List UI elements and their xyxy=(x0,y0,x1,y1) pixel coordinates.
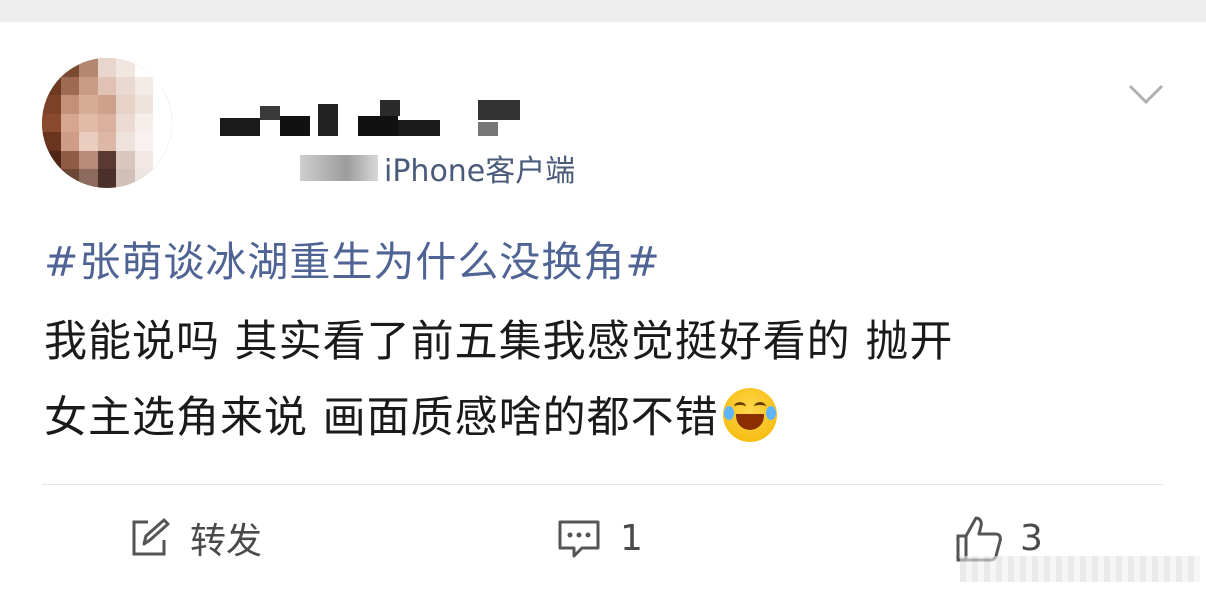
repost-button[interactable]: 转发 xyxy=(128,514,262,562)
username-redacted[interactable] xyxy=(220,98,520,138)
avatar[interactable] xyxy=(42,58,172,188)
hashtag-link[interactable]: #张萌谈冰湖重生为什么没换角# xyxy=(44,228,661,288)
like-button[interactable]: 3 xyxy=(954,514,1043,562)
post-source: iPhone客户端 xyxy=(384,154,576,189)
laughing-with-tears-emoji-icon xyxy=(722,388,777,442)
comment-count: 1 xyxy=(620,517,643,559)
top-strip xyxy=(0,0,1206,22)
divider xyxy=(42,484,1164,485)
repost-label: 转发 xyxy=(190,521,263,562)
comment-button[interactable]: 1 xyxy=(556,514,643,562)
watermark xyxy=(960,556,1200,582)
like-count: 3 xyxy=(1020,517,1043,559)
chevron-down-icon[interactable] xyxy=(1128,82,1164,108)
thumbs-up-icon xyxy=(954,514,1004,562)
post-source-row: iPhone客户端 xyxy=(300,148,576,189)
post-content-line-2-text: 女主选角来说 画面质感啥的都不错 xyxy=(44,393,719,443)
post-content: 我能说吗 其实看了前五集我感觉挺好看的 抛开 女主选角来说 画面质感啥的都不错 xyxy=(44,304,1154,456)
repost-icon xyxy=(128,516,172,560)
avatar-mosaic xyxy=(42,58,172,188)
source-redacted xyxy=(300,155,378,181)
comment-icon xyxy=(556,516,602,560)
post-content-line-2: 女主选角来说 画面质感啥的都不错 xyxy=(44,380,1154,456)
post-content-line-1: 我能说吗 其实看了前五集我感觉挺好看的 抛开 xyxy=(44,317,954,367)
